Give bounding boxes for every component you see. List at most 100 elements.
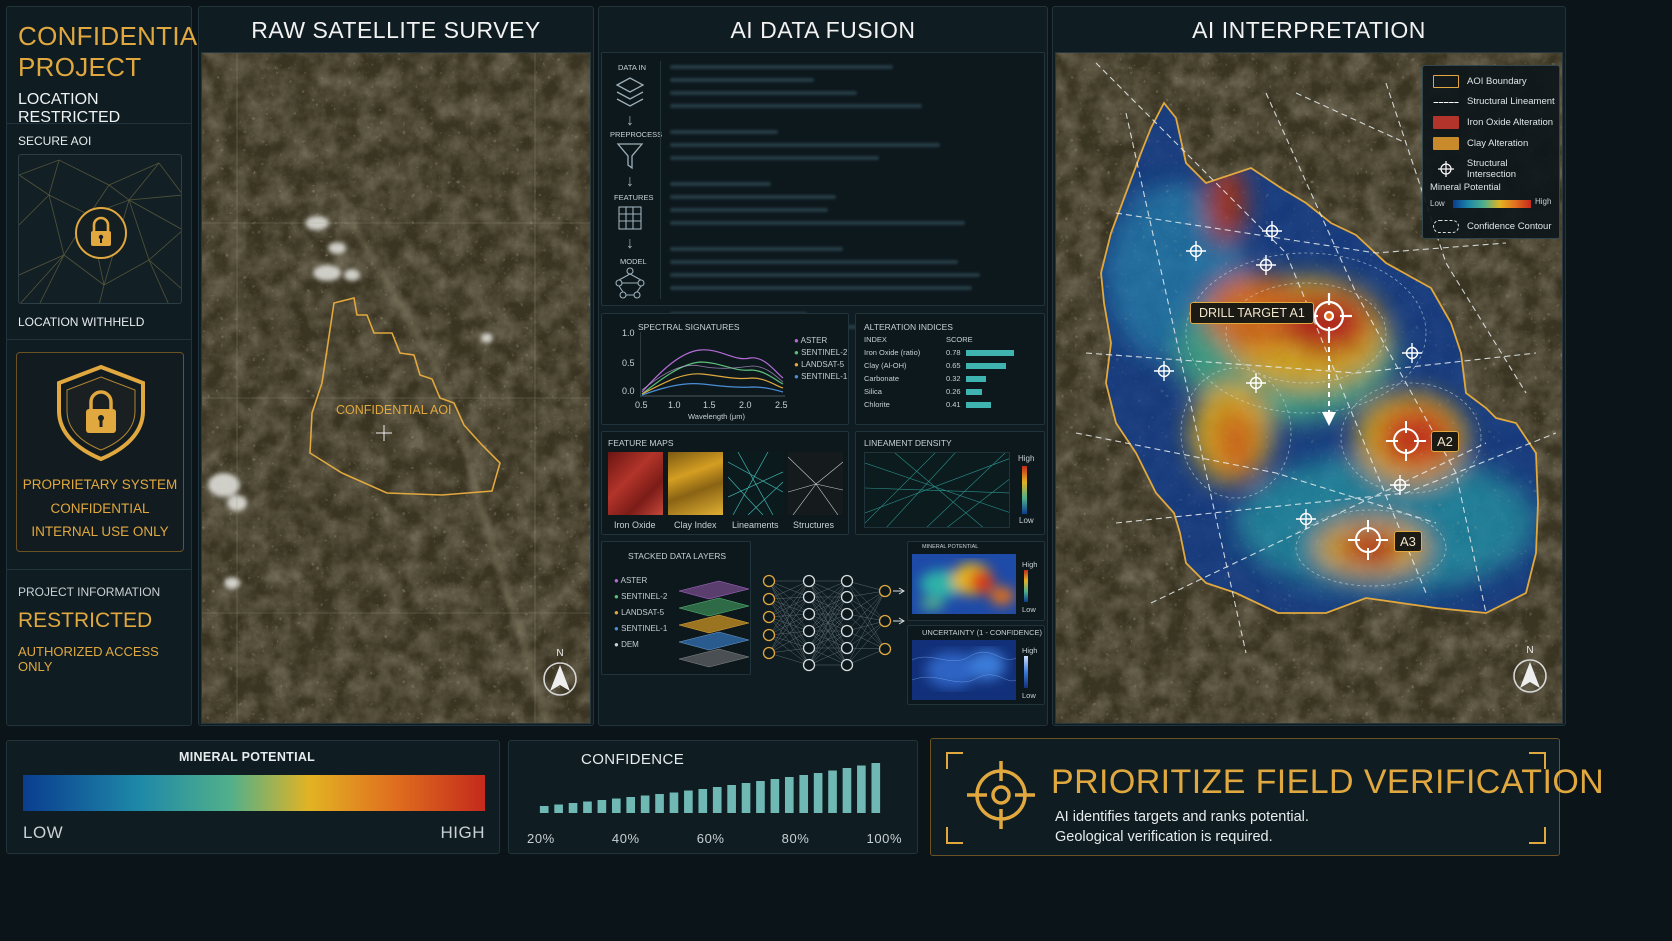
legend-low: Low [1430, 199, 1445, 208]
intersection-crosshair-icon[interactable] [1262, 221, 1282, 241]
alteration-row-score: 0.78 [946, 348, 961, 357]
confidence-bar [698, 789, 708, 813]
alteration-row-score: 0.41 [946, 400, 961, 409]
confidence-bar [842, 768, 852, 813]
confidence-bar [712, 787, 722, 813]
scale-high-label: HIGH [440, 823, 485, 842]
x-tick: 2.5 [775, 400, 788, 410]
divider [7, 123, 191, 124]
layer-dot-icon: ● [614, 608, 622, 617]
left-info-panel: CONFIDENTIAL PROJECT LOCATION RESTRICTED… [6, 6, 212, 726]
feature-map-clay-index[interactable] [668, 452, 723, 515]
feature-map-lineaments[interactable] [728, 452, 783, 515]
nn-node [802, 574, 816, 588]
y-tick: 0.0 [622, 386, 635, 396]
confidence-tick-label: 20% [527, 831, 555, 846]
intersection-crosshair-icon[interactable] [1154, 361, 1174, 381]
drill-target-a1-label[interactable]: DRILL TARGET A1 [1190, 302, 1314, 324]
intersection-crosshair-icon[interactable] [1246, 373, 1266, 393]
nn-edge [846, 648, 886, 666]
mineral-mini-title: MINERAL POTENTIAL [922, 544, 979, 550]
stack-layer-1: ● SENTINEL-2 [614, 592, 667, 601]
crosshair-icon-a2[interactable] [1384, 419, 1428, 463]
confidence-bar [770, 779, 780, 813]
legend-label: SENTINEL-1 [801, 372, 848, 381]
pipeline-section: DATA IN ↓ PREPROCESS ↓ FEATURES ↓ MODEL [601, 52, 1045, 329]
project-information-label: PROJECT INFORMATION [18, 585, 161, 599]
confidence-bar [611, 798, 621, 813]
confidence-bar [784, 777, 794, 813]
confidential-aoi-label: CONFIDENTIAL AOI [336, 403, 452, 417]
uncertainty-map[interactable] [912, 640, 1016, 700]
feature-map-structures[interactable] [788, 452, 843, 515]
x-axis-label: Wavelength (μm) [688, 412, 745, 421]
intersection-crosshair-icon[interactable] [1402, 343, 1422, 363]
nn-node [802, 590, 816, 604]
legend-intersection: Structural Intersection [1433, 158, 1559, 180]
layer-dot-icon: ● [614, 592, 622, 601]
north-arrow-icon [543, 662, 577, 696]
spectral-lines [640, 332, 785, 397]
scale-low-label: LOW [23, 823, 64, 842]
cta-title: PRIORITIZE FIELD VERIFICATION [1051, 763, 1605, 801]
confidence-bar [756, 781, 765, 813]
nn-node [878, 642, 892, 656]
alteration-score-bar [966, 350, 1015, 356]
legend-label: LANDSAT-5 [801, 360, 845, 369]
confidence-bar [684, 790, 693, 813]
spectral-signatures-chart: SPECTRAL SIGNATURES 1.0 0.5 0.0 0.5 1.0 … [601, 313, 849, 425]
intersection-crosshair-icon[interactable] [1186, 241, 1206, 261]
mini-scale [1024, 570, 1028, 602]
divider [7, 569, 191, 570]
raw-satellite-title: RAW SATELLITE SURVEY [251, 17, 541, 43]
layer-label: SENTINEL-2 [621, 592, 668, 601]
raw-satellite-map[interactable]: CONFIDENTIAL AOI N [201, 52, 591, 724]
layer-dot-icon: ● [614, 624, 622, 633]
legend-structural-lineament: Structural Lineament [1433, 96, 1555, 107]
ai-interpretation-panel: AI INTERPRETATION DRILL TARGET A1 A2 A3 … [1052, 6, 1566, 726]
feature-map-iron-oxide[interactable] [608, 452, 663, 515]
grid-icon [618, 206, 642, 230]
nn-edge [768, 634, 810, 666]
arrow-icon [893, 587, 905, 595]
pipeline-arrow: ↓ [626, 173, 634, 190]
uncertainty-title: UNCERTAINTY (1 - CONFIDENCE) [922, 628, 1043, 637]
alteration-score-bar [966, 389, 983, 395]
intersection-crosshair-icon[interactable] [1256, 255, 1276, 275]
confidence-bar [554, 804, 563, 813]
intersection-crosshair-icon[interactable] [1390, 475, 1410, 495]
nn-node [878, 584, 892, 598]
mineral-potential-map[interactable] [912, 554, 1016, 614]
y-tick: 0.5 [622, 358, 635, 368]
intersection-crosshair-icon[interactable] [1296, 509, 1316, 529]
scale-high: High [1022, 646, 1038, 655]
crosshair-icon-a3[interactable] [1346, 518, 1390, 562]
alteration-row-name: Chlorite [864, 400, 890, 409]
nn-node [802, 624, 816, 638]
nn-node [802, 658, 816, 672]
confidence-bar [828, 770, 837, 813]
nn-node [840, 624, 854, 638]
stack-layer-0: ● ASTER [614, 576, 667, 585]
authorized-access-text: AUTHORIZED ACCESS ONLY [18, 644, 159, 674]
location-restricted-text: LOCATION RESTRICTED [18, 91, 121, 126]
pipeline-arrow: ↓ [626, 112, 634, 129]
interpretation-map[interactable]: DRILL TARGET A1 A2 A3 AOI Boundary Struc… [1055, 52, 1563, 724]
cta-line-1: AI identifies targets and ranks potentia… [1055, 809, 1309, 825]
scale-low: Low [1019, 516, 1034, 525]
target-a2-label[interactable]: A2 [1431, 431, 1459, 452]
target-a3-label[interactable]: A3 [1394, 531, 1422, 552]
uncertainty-scale [1024, 656, 1028, 688]
nn-node [762, 628, 776, 642]
layer-label: LANDSAT-5 [621, 608, 665, 617]
spectral-legend: ● ASTER ● SENTINEL-2 ● LANDSAT-5 ● SENTI… [794, 336, 847, 381]
mineral-potential-gradient [23, 775, 485, 811]
legend-label: Confidence Contour [1467, 221, 1552, 232]
col-score: SCORE [946, 335, 973, 344]
pipeline-step-preprocess: PREPROCESS [610, 130, 663, 139]
ai-data-fusion-title: AI DATA FUSION [730, 17, 916, 43]
lineament-density-map[interactable] [864, 452, 1010, 528]
raw-satellite-panel: RAW SATELLITE SURVEY CONFIDENTIAL AOI N [198, 6, 594, 726]
feature-map-label: Iron Oxide [614, 520, 656, 530]
confidence-bar [626, 797, 636, 813]
